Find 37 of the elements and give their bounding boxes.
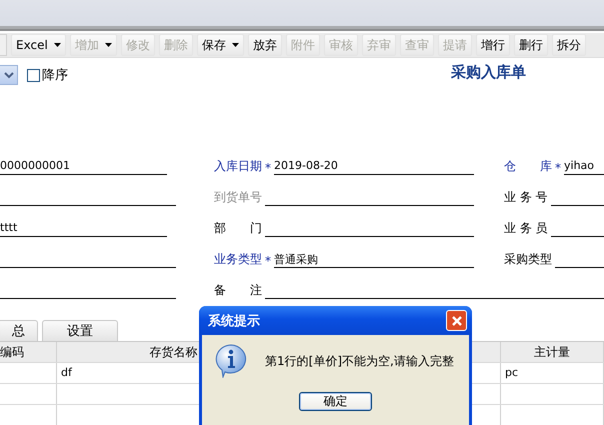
field-label: 部 门 [214, 220, 262, 237]
column-header: 编码 [0, 342, 57, 362]
checkbox-label: 降序 [42, 67, 68, 84]
toolbar-button[interactable]: 拆分 [552, 34, 586, 56]
checkbox[interactable] [27, 68, 40, 82]
field-label: 业 务 员 [504, 220, 548, 237]
field-label: 仓 库 [504, 158, 552, 175]
close-icon[interactable] [446, 310, 467, 331]
toolbar-button[interactable]: 删行 [514, 34, 548, 56]
input-field[interactable]: tttt [0, 221, 167, 237]
required-mark: * [555, 161, 561, 175]
field-label: 业 务 号 [504, 189, 548, 206]
input-field[interactable]: 2019-08-20 [274, 159, 474, 175]
field-label: 入库日期 [214, 158, 262, 175]
dialog-title: 系统提示 [208, 312, 260, 330]
ok-button[interactable]: 确定 [299, 392, 372, 411]
toolbar-button[interactable]: 增行 [476, 34, 510, 56]
column-header: 主计量 [501, 342, 604, 362]
toolbar-button[interactable]: 放弃 [248, 34, 282, 56]
input-field[interactable]: yihao [564, 159, 604, 175]
tab[interactable]: 总 [0, 320, 38, 341]
dropdown-button[interactable] [0, 65, 18, 85]
toolbar-button[interactable]: Excel [11, 34, 66, 56]
chevron-down-icon [4, 72, 14, 78]
input-field[interactable]: 普通采购 [274, 252, 474, 268]
required-mark: * [265, 161, 271, 175]
field-label: 业务类型 [214, 251, 262, 268]
input-field[interactable]: 0000000001 [0, 159, 167, 175]
form-title: 采购入库单 [451, 62, 526, 82]
toolbar-button[interactable]: 保存 [196, 34, 244, 56]
info-icon [215, 344, 247, 378]
field-label: 采购类型 [504, 251, 552, 268]
table-cell: pc [501, 363, 604, 383]
tab[interactable]: 设置 [42, 320, 118, 341]
field-label: 到货单号 [214, 189, 262, 206]
field-label: 备 注 [214, 282, 262, 299]
required-mark: * [265, 254, 271, 268]
